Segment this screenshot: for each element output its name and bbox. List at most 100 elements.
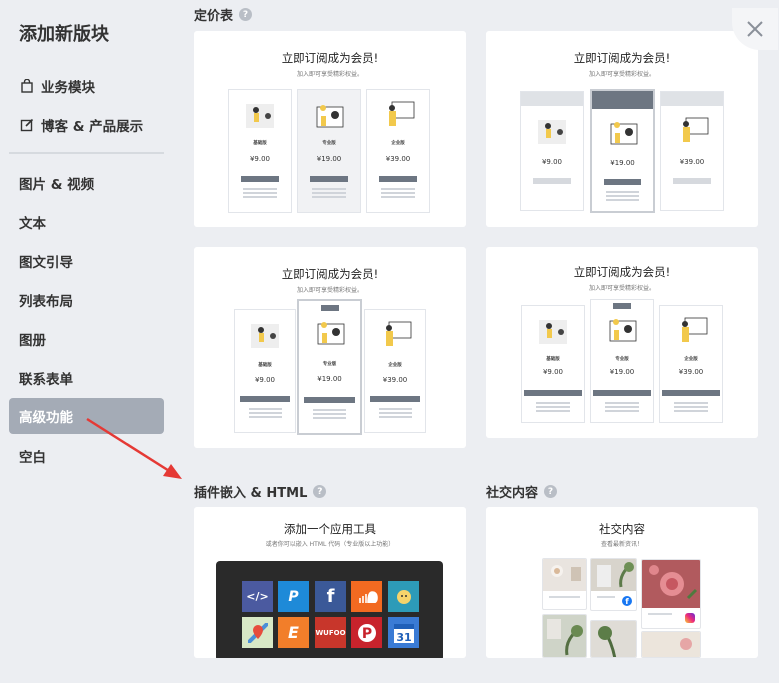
plan-features (367, 186, 429, 200)
plan-price: ¥9.00 (541, 158, 563, 166)
sidebar-item-label: 博客 & 产品展示 (41, 119, 144, 135)
plan-column: 专业版 ¥19.00 (297, 299, 362, 435)
section-title-text: 社交内容 (486, 486, 539, 501)
plan-button (239, 396, 291, 402)
sidebar-item-business[interactable]: 业务模块 (9, 68, 164, 104)
sidebar-item-contact-form[interactable]: 联系表单 (9, 360, 164, 396)
pricing-section-title: 定价表 ? (194, 5, 253, 24)
section-title-text: 定价表 (194, 9, 234, 24)
post-caption-line (648, 613, 672, 615)
plan-illustration (610, 122, 637, 145)
plan-header (521, 92, 583, 106)
plan-illustration (538, 120, 566, 144)
plan-illustration (609, 319, 637, 342)
plan-column: 基础版 ¥9.00 (228, 89, 292, 213)
plan-name: 基础版 (546, 357, 560, 362)
plan-column: 基础版 ¥9.00 (521, 305, 585, 423)
paypal-icon: P (278, 581, 309, 612)
embed-card[interactable]: 添加一个应用工具 或者你可以嵌入 HTML 代码（专业版以上功能） </> P … (194, 507, 466, 658)
plan-button (310, 176, 348, 182)
sidebar-item-label: 图册 (19, 333, 46, 349)
svg-text:P: P (361, 626, 371, 642)
plan-column: 基础版 ¥9.00 (234, 309, 296, 433)
plan-illustration (317, 322, 344, 345)
social-post-tile: f (590, 558, 637, 611)
sidebar-item-label: 空白 (19, 450, 46, 466)
instagram-icon (685, 613, 695, 623)
sidebar-item-label: 联系表单 (19, 372, 73, 388)
card-subtitle: 加入即可享受精彩权益。 (296, 287, 363, 294)
plan-features (522, 400, 584, 414)
plan-column: 企业版 ¥39.00 (364, 309, 426, 433)
plan-features (592, 189, 653, 203)
sidebar-item-label: 高级功能 (19, 410, 73, 426)
card-title: 添加一个应用工具 (284, 522, 376, 536)
plan-name: 专业版 (322, 362, 337, 367)
plan-header (592, 91, 653, 109)
plan-column: 企业版 ¥39.00 (366, 89, 430, 213)
pinterest-icon: P (351, 617, 382, 648)
plan-illustration (246, 104, 274, 128)
sidebar-item-label: 列表布局 (19, 294, 73, 310)
sidebar-item-gallery[interactable]: 图册 (9, 321, 164, 357)
sidebar-item-text[interactable]: 文本 (9, 204, 164, 240)
social-card[interactable]: 社交内容 查看最新资讯！ f (486, 507, 758, 658)
plan-button (673, 178, 711, 184)
app-tools-panel: </> P f E WUFOO P 31 (216, 561, 443, 658)
plan-price: ¥39.00 (385, 155, 411, 163)
facebook-icon: f (315, 581, 346, 612)
card-title: 立即订阅成为会员! (281, 267, 379, 281)
social-photo (591, 621, 636, 657)
facebook-icon: f (622, 596, 632, 606)
sidebar-item-advanced[interactable]: 高级功能 (9, 398, 164, 434)
plan-name: 企业版 (388, 363, 402, 368)
plan-button (662, 390, 720, 396)
plan-price: ¥19.00 (316, 155, 342, 163)
help-icon[interactable]: ? (544, 485, 558, 498)
card-title: 立即订阅成为会员! (573, 265, 671, 279)
card-subtitle: 加入即可享受精彩权益。 (296, 71, 363, 78)
shopping-bag-icon (19, 78, 35, 94)
plan-price: ¥9.00 (542, 368, 564, 376)
sidebar-item-list-layout[interactable]: 列表布局 (9, 282, 164, 318)
plan-price: ¥19.00 (317, 375, 342, 383)
plan-price: ¥9.00 (254, 376, 276, 384)
sidebar-item-blog[interactable]: 博客 & 产品展示 (9, 107, 164, 143)
html-code-icon: </> (242, 581, 273, 612)
plan-name: 基础版 (253, 141, 267, 146)
plan-features (298, 186, 360, 200)
pricing-card-3[interactable]: 立即订阅成为会员! 加入即可享受精彩权益。 基础版 ¥9.00 专业版 ¥19.… (194, 247, 466, 448)
plan-header (661, 92, 723, 106)
plan-illustration (682, 317, 708, 342)
sidebar-item-images-video[interactable]: 图片 & 视频 (9, 165, 164, 201)
social-post-tile (641, 559, 701, 629)
plan-price: ¥39.00 (678, 368, 704, 376)
plan-name: 企业版 (684, 357, 698, 362)
plan-illustration (539, 320, 567, 344)
plan-price: ¥39.00 (679, 158, 705, 166)
plan-price: ¥19.00 (609, 368, 635, 376)
help-icon[interactable]: ? (239, 8, 253, 21)
social-post-tile (542, 558, 587, 610)
sidebar: 添加新版块 业务模块 博客 & 产品展示 图片 & 视频 文本 图文引导 列表布… (0, 0, 175, 683)
plan-button (604, 179, 641, 185)
social-photo (543, 559, 586, 591)
plan-button (524, 390, 582, 396)
card-title: 立即订阅成为会员! (281, 51, 379, 65)
sidebar-item-blank[interactable]: 空白 (9, 438, 164, 474)
plan-button (533, 178, 571, 184)
plan-features (365, 406, 425, 420)
mailchimp-icon (388, 581, 419, 612)
plan-badge (321, 305, 339, 311)
sidebar-item-image-text[interactable]: 图文引导 (9, 243, 164, 279)
pricing-card-2[interactable]: 立即订阅成为会员! 加入即可享受精彩权益。 ¥9.00 ¥19.00 ¥39.0… (486, 31, 758, 227)
help-icon[interactable]: ? (313, 485, 327, 498)
plan-features (591, 400, 653, 414)
pricing-card-4[interactable]: 立即订阅成为会员! 加入即可享受精彩权益。 基础版 ¥9.00 专业版 ¥19.… (486, 247, 758, 438)
plan-column: ¥9.00 (520, 91, 584, 211)
sidebar-divider (9, 152, 164, 154)
plan-column: ¥39.00 (660, 91, 724, 211)
plan-illustration (683, 117, 709, 142)
plan-column: ¥19.00 (590, 89, 655, 213)
pricing-card-1[interactable]: 立即订阅成为会员! 加入即可享受精彩权益。 基础版 ¥9.00 专业版 ¥19.… (194, 31, 466, 227)
